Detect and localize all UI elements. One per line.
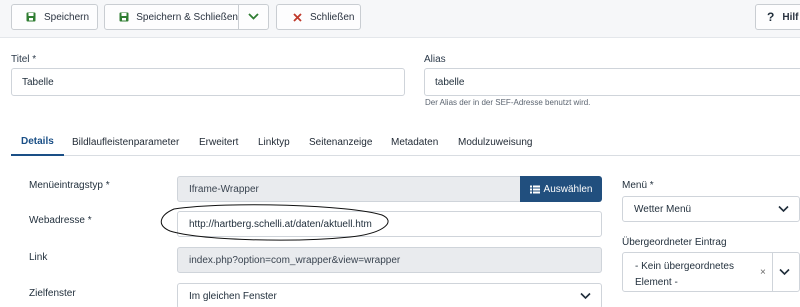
- help-button-label: Hilf: [782, 11, 799, 23]
- alias-label: Alias: [424, 54, 446, 65]
- tab-module-assignment[interactable]: Modulzuweisung: [458, 128, 533, 156]
- save-button-label: Speichern: [44, 11, 90, 23]
- list-icon: [529, 185, 540, 194]
- choose-menu-type-button[interactable]: Auswählen: [520, 176, 602, 202]
- target-window-label: Zielfenster: [29, 288, 76, 299]
- menu-select[interactable]: Wetter Menü: [622, 196, 800, 222]
- select-divider: [772, 253, 773, 291]
- toolbar: Speichern Speichern & Schließen Schließe…: [0, 0, 800, 38]
- parent-item-select[interactable]: - Kein übergeordnetes Element - ×: [622, 252, 800, 292]
- save-icon: [117, 10, 130, 24]
- save-icon: [24, 10, 38, 24]
- save-options-dropdown-button[interactable]: [238, 4, 269, 30]
- url-input-value: http://hartberg.schelli.at/daten/aktuell…: [189, 218, 372, 230]
- link-field: index.php?option=com_wrapper&view=wrappe…: [177, 247, 602, 273]
- target-window-select[interactable]: Im gleichen Fenster: [177, 283, 602, 307]
- parent-item-label: Übergeordneter Eintrag: [622, 237, 727, 248]
- menu-select-value: Wetter Menü: [634, 203, 692, 215]
- alias-help-text: Der Alias der in der SEF-Adresse benutzt…: [425, 98, 591, 107]
- chevron-down-icon: [779, 268, 790, 276]
- parent-item-value: - Kein übergeordnetes Element -: [635, 261, 734, 288]
- close-icon: [290, 10, 304, 24]
- tab-advanced[interactable]: Erweitert: [199, 128, 238, 156]
- tab-scrollbar-params[interactable]: Bildlaufleistenparameter: [72, 128, 179, 156]
- chevron-down-icon: [248, 12, 259, 23]
- url-input[interactable]: http://hartberg.schelli.at/daten/aktuell…: [177, 211, 602, 237]
- alias-input[interactable]: tabelle: [424, 68, 800, 96]
- close-button-label: Schließen: [310, 11, 355, 23]
- title-input[interactable]: Tabelle: [11, 68, 405, 96]
- title-label: Titel *: [11, 54, 37, 65]
- alias-input-value: tabelle: [435, 76, 465, 88]
- menu-label: Menü *: [622, 180, 654, 191]
- tab-metadata[interactable]: Metadaten: [391, 128, 438, 156]
- save-button[interactable]: Speichern: [11, 4, 98, 30]
- target-window-value: Im gleichen Fenster: [189, 290, 277, 302]
- title-input-value: Tabelle: [22, 76, 54, 88]
- clear-selection-icon[interactable]: ×: [760, 267, 766, 278]
- tab-link-type[interactable]: Linktyp: [258, 128, 290, 156]
- link-field-value: index.php?option=com_wrapper&view=wrappe…: [189, 254, 401, 266]
- save-close-button[interactable]: Speichern & Schließen: [104, 4, 239, 30]
- choose-button-label: Auswählen: [543, 183, 593, 195]
- url-label: Webadresse *: [29, 215, 92, 226]
- chevron-down-icon: [778, 205, 789, 213]
- chevron-down-icon: [580, 292, 591, 300]
- tab-bar: Details Bildlaufleistenparameter Erweite…: [11, 128, 800, 156]
- help-button[interactable]: ? Hilf: [755, 4, 800, 30]
- tab-page-display[interactable]: Seitenanzeige: [309, 128, 372, 156]
- link-label: Link: [29, 252, 48, 263]
- save-close-button-label: Speichern & Schließen: [136, 11, 238, 23]
- tab-details[interactable]: Details: [11, 128, 64, 156]
- close-button[interactable]: Schließen: [276, 4, 361, 30]
- menu-item-type-value: Iframe-Wrapper: [189, 183, 259, 195]
- menu-item-type-label: Menüeintragstyp *: [29, 180, 110, 191]
- question-icon: ?: [767, 10, 775, 24]
- menu-item-type-field: Iframe-Wrapper: [177, 176, 521, 202]
